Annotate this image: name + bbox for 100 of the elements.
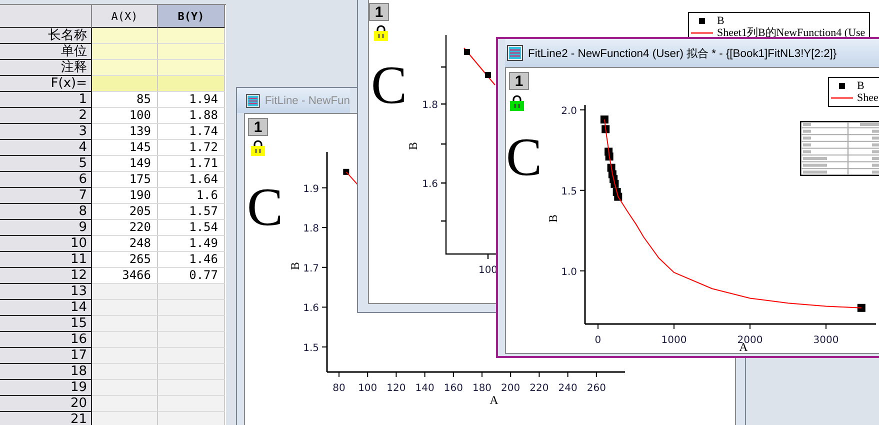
table-cell: 1.54 (158, 220, 225, 236)
table-cell[interactable] (92, 44, 158, 60)
table-cell[interactable] (92, 28, 158, 44)
row-label: F(x)= (0, 76, 92, 92)
row-label: 长名称 (0, 28, 92, 44)
table-cell[interactable] (158, 44, 225, 60)
table-cell[interactable] (92, 76, 158, 92)
table-cell[interactable] (158, 332, 225, 348)
table-cell: 1.49 (158, 236, 225, 252)
tick-label: 1.8 (422, 100, 438, 111)
row-number: 10 (0, 236, 92, 252)
tick-label: 160 (444, 383, 463, 394)
table-cell: 0.77 (158, 268, 225, 284)
table-cell: 1.57 (158, 204, 225, 220)
tick-label: 180 (472, 383, 492, 394)
table-cell[interactable] (158, 412, 225, 425)
table-cell[interactable] (158, 300, 225, 316)
table-cell[interactable] (92, 316, 158, 332)
table-corner[interactable] (0, 5, 92, 28)
table-cell: 3466 (92, 268, 158, 284)
column-header[interactable]: B(Y) (158, 5, 225, 28)
row-number: 12 (0, 268, 92, 284)
row-number: 5 (0, 156, 92, 172)
table-cell: 100 (92, 108, 158, 124)
title-bar[interactable]: FitLine2 - NewFunction4 (User) 拟合 * - {[Book1]FitNL3!Y[2:2]} (505, 39, 879, 67)
tick-label: 0 (594, 335, 602, 346)
table-cell[interactable] (92, 348, 158, 364)
column-header[interactable]: A(X) (92, 5, 158, 28)
tick-label: 120 (386, 383, 406, 394)
row-number: 15 (0, 316, 92, 332)
table-cell[interactable] (92, 300, 158, 316)
legend-label: Sheet1列B的NewFunction4 (Use (717, 27, 866, 39)
table-cell[interactable] (158, 28, 225, 44)
table-cell: 1.46 (158, 252, 225, 268)
table-cell[interactable] (158, 284, 225, 300)
row-number: 20 (0, 396, 92, 412)
table-cell: 1.6 (158, 188, 225, 204)
lock-icon[interactable] (510, 95, 524, 111)
table-cell[interactable] (92, 412, 158, 425)
row-number: 9 (0, 220, 92, 236)
layer-tab[interactable]: 1 (509, 72, 529, 90)
layer-tab[interactable]: 1 (369, 3, 389, 21)
legend-label: B (857, 80, 864, 92)
table-cell[interactable] (92, 60, 158, 76)
window-title: FitLine - NewFun (264, 94, 350, 106)
table-cell[interactable] (92, 332, 158, 348)
tick-label: 1.6 (422, 179, 438, 190)
legend-line-icon (831, 97, 853, 99)
table-cell: 205 (92, 204, 158, 220)
graph-window-icon (507, 45, 523, 61)
table-cell[interactable] (158, 380, 225, 396)
row-label: 单位 (0, 44, 92, 60)
tick-label: 240 (558, 383, 578, 394)
table-cell: 175 (92, 172, 158, 188)
row-number: 6 (0, 172, 92, 188)
legend-label: Shee (857, 92, 878, 104)
table-cell[interactable] (92, 364, 158, 380)
tick-label: 1.8 (303, 224, 319, 235)
table-cell[interactable] (158, 396, 225, 412)
table-cell: 1.88 (158, 108, 225, 124)
tick-label: 1000 (661, 335, 687, 346)
table-cell: 248 (92, 236, 158, 252)
table-cell: 220 (92, 220, 158, 236)
legend-square-icon (699, 18, 705, 24)
table-cell: 1.72 (158, 140, 225, 156)
tick-label: 260 (586, 383, 606, 394)
axis-title: A (490, 393, 498, 407)
panel-label: C (247, 180, 284, 234)
row-number: 1 (0, 92, 92, 108)
row-number: 16 (0, 332, 92, 348)
table-cell[interactable] (158, 316, 225, 332)
row-number: 4 (0, 140, 92, 156)
row-number: 7 (0, 188, 92, 204)
table-cell: 145 (92, 140, 158, 156)
row-number: 18 (0, 364, 92, 380)
table-cell[interactable] (158, 60, 225, 76)
table-cell[interactable] (92, 380, 158, 396)
tick-label: 2.0 (561, 106, 577, 117)
table-cell[interactable] (158, 348, 225, 364)
table-cell: 85 (92, 92, 158, 108)
tick-label: 1.5 (303, 342, 319, 354)
table-cell: 149 (92, 156, 158, 172)
lock-icon[interactable] (374, 25, 388, 41)
tick-label: 1.9 (303, 184, 319, 195)
table-cell: 265 (92, 252, 158, 268)
tick-label: 3000 (813, 335, 839, 346)
table-cell: 1.94 (158, 92, 225, 108)
table-cell[interactable] (92, 396, 158, 412)
table-cell: 139 (92, 124, 158, 140)
legend-line-icon (691, 32, 713, 34)
axis-title: B (546, 214, 560, 222)
tick-label: 80 (332, 383, 346, 394)
tick-label: 200 (501, 383, 520, 394)
table-cell[interactable] (158, 364, 225, 380)
row-number: 19 (0, 380, 92, 396)
table-cell[interactable] (92, 284, 158, 300)
table-cell[interactable] (158, 76, 225, 92)
tick-label: 1.0 (561, 266, 577, 278)
tick-label: 140 (415, 383, 434, 394)
tick-label: 1.6 (303, 303, 319, 314)
